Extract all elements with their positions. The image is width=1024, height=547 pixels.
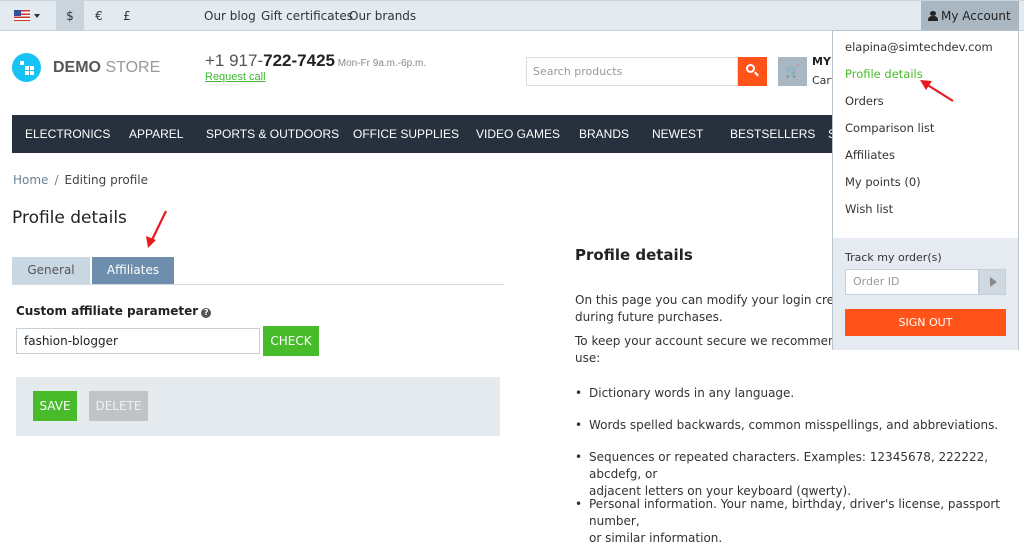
breadcrumb-current: Editing profile — [64, 173, 148, 187]
our-blog-link[interactable]: Our blog — [204, 1, 256, 31]
search-input[interactable]: Search products — [526, 57, 738, 86]
menu-orders[interactable]: Orders — [845, 94, 884, 108]
list-item: Sequences or repeated characters. Exampl… — [575, 449, 1015, 500]
list-item-line: Dictionary words in any language. — [589, 386, 795, 400]
list-item: Words spelled backwards, common misspell… — [575, 417, 1015, 434]
currency-gbp[interactable]: £ — [113, 1, 141, 31]
phone-main: 722-7425 — [263, 51, 335, 70]
user-icon — [928, 11, 938, 21]
list-item: Dictionary words in any language. — [575, 385, 1015, 402]
order-id-input[interactable]: Order ID — [845, 269, 979, 295]
currency-usd[interactable]: $ — [56, 1, 84, 31]
nav-electronics[interactable]: ELECTRONICS — [25, 115, 110, 153]
nav-office-supplies[interactable]: OFFICE SUPPLIES — [353, 115, 459, 153]
list-item: Personal information. Your name, birthda… — [575, 496, 1015, 547]
gift-certificates-link[interactable]: Gift certificates — [261, 1, 353, 31]
menu-comparison-list[interactable]: Comparison list — [845, 121, 934, 135]
my-account-label: My Account — [941, 9, 1011, 23]
nav-sports-outdoors[interactable]: SPORTS & OUTDOORS — [206, 115, 339, 153]
nav-video-games[interactable]: VIDEO GAMES — [476, 115, 560, 153]
page-title: Profile details — [12, 208, 127, 228]
menu-my-points[interactable]: My points (0) — [845, 175, 921, 189]
phone-hours: Mon-Fr 9a.m.-6p.m. — [334, 58, 427, 69]
phone-prefix: +1 917- — [205, 51, 264, 70]
track-order-button[interactable] — [979, 269, 1006, 295]
nav-newest[interactable]: NEWEST — [652, 115, 703, 153]
track-order-label: Track my order(s) — [845, 251, 942, 264]
info-title: Profile details — [575, 246, 693, 264]
logo-text-light: STORE — [101, 59, 161, 76]
list-item-line: Words spelled backwards, common misspell… — [589, 418, 999, 432]
us-flag-icon[interactable] — [14, 10, 30, 21]
cart-icon: 🛒 — [785, 64, 800, 78]
annotation-arrow-icon — [920, 80, 954, 102]
my-account-button[interactable]: My Account — [921, 1, 1019, 48]
check-button[interactable]: CHECK — [263, 326, 319, 356]
store-logo[interactable]: DEMO STORE — [53, 59, 160, 77]
request-call-link[interactable]: Request call — [205, 71, 266, 83]
info-paragraph-2-line-2: use: — [575, 351, 601, 365]
nav-brands[interactable]: BRANDS — [579, 115, 629, 153]
logo-text-bold: DEMO — [53, 59, 101, 76]
menu-affiliates[interactable]: Affiliates — [845, 148, 895, 162]
affiliate-parameter-value: fashion-blogger — [24, 334, 118, 348]
menu-profile-details[interactable]: Profile details — [845, 67, 923, 81]
affiliate-parameter-label-text: Custom affiliate parameter — [16, 304, 199, 318]
tab-general[interactable]: General — [12, 257, 90, 284]
help-icon[interactable]: ? — [201, 308, 212, 318]
sign-out-button[interactable]: SIGN OUT — [845, 309, 1006, 336]
breadcrumb-separator: / — [54, 173, 59, 187]
currency-eur[interactable]: € — [85, 1, 113, 31]
cart-title[interactable]: MY — [812, 55, 831, 68]
delete-button[interactable]: DELETE — [89, 391, 148, 421]
logo-icon[interactable] — [12, 53, 41, 82]
tab-affiliates[interactable]: Affiliates — [92, 257, 174, 284]
cart-button[interactable]: 🛒 — [778, 57, 807, 86]
affiliate-parameter-label: Custom affiliate parameter? — [16, 304, 212, 318]
breadcrumb: Home / Editing profile — [13, 173, 148, 187]
affiliate-parameter-input[interactable]: fashion-blogger — [16, 328, 260, 354]
save-button[interactable]: SAVE — [33, 391, 77, 421]
nav-bestsellers[interactable]: BESTSELLERS — [730, 115, 815, 153]
account-email: elapina@simtechdev.com — [845, 40, 993, 54]
track-order-section: Track my order(s) Order ID SIGN OUT — [833, 238, 1018, 350]
menu-wish-list[interactable]: Wish list — [845, 202, 893, 216]
phone-number: +1 917-722-7425 Mon-Fr 9a.m.-6p.m. — [205, 51, 426, 71]
breadcrumb-home[interactable]: Home — [13, 173, 48, 187]
annotation-arrow-icon — [146, 210, 167, 248]
list-item-line: Personal information. Your name, birthda… — [589, 497, 1000, 528]
search-button[interactable] — [738, 57, 767, 86]
chevron-down-icon[interactable] — [34, 14, 40, 18]
tabs-divider — [12, 284, 504, 285]
our-brands-link[interactable]: Our brands — [349, 1, 416, 31]
nav-apparel[interactable]: APPAREL — [129, 115, 183, 153]
main-nav: ELECTRONICS APPAREL SPORTS & OUTDOORS OF… — [12, 115, 836, 153]
top-bar: $ € £ Our blog Gift certificates Our bra… — [0, 0, 1024, 48]
list-item-line: Sequences or repeated characters. Exampl… — [589, 450, 989, 481]
